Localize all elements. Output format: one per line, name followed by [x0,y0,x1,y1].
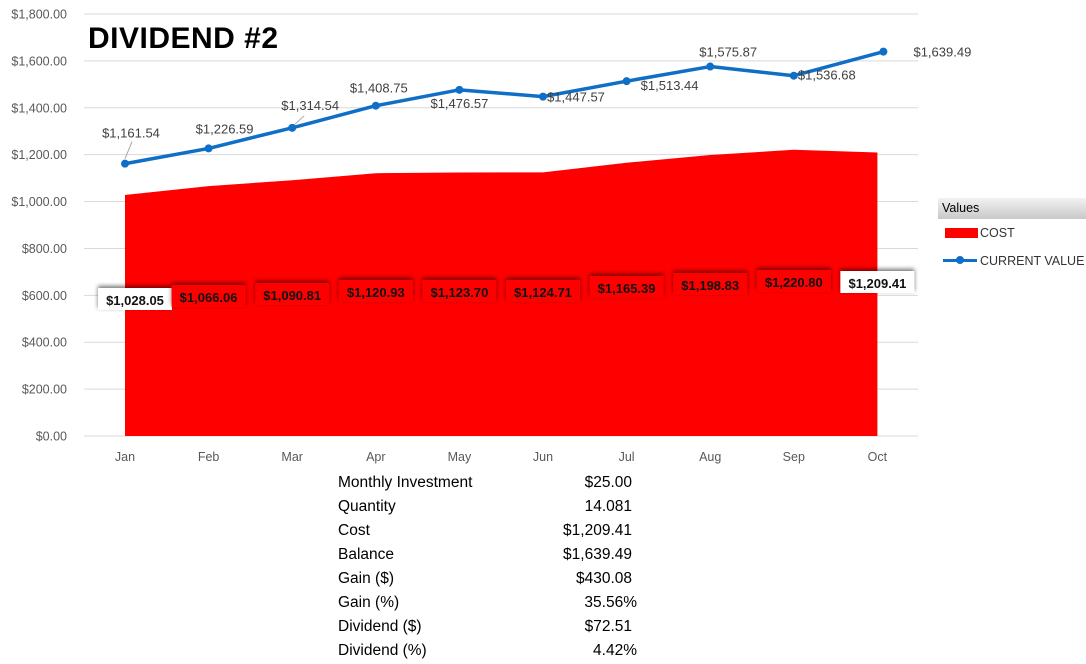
current-value-data-label: $1,408.75 [350,81,408,96]
summary-row: Dividend (%) 4.42% [338,640,648,664]
summary-row: Cost $1,209.41 [338,520,648,544]
current-value-point [371,101,380,110]
legend-label-cost: COST [980,226,1015,240]
cost-data-label: $1,209.41 [848,276,906,291]
x-tick-label: Sep [783,450,805,464]
summary-key: Monthly Investment [338,474,473,491]
current-value-data-label: $1,447.57 [547,90,605,105]
y-tick-label: $0.00 [36,430,67,444]
current-value-point [539,92,547,101]
current-value-point [121,159,129,168]
legend-item-cost[interactable]: COST [938,219,1086,247]
x-tick-label: Mar [281,450,303,464]
summary-key: Cost [338,522,370,539]
summary-value: $25.00 [584,474,632,491]
summary-key: Gain ($) [338,570,394,587]
legend-label-current-value: CURRENT VALUE [980,254,1085,268]
y-tick-label: $1,200.00 [11,148,67,162]
cost-data-label: $1,123.70 [430,285,488,300]
legend-swatch-cost [945,228,978,238]
summary-value: 35.56% [584,594,637,611]
current-value-data-label: $1,161.54 [102,126,160,141]
summary-value: $1,209.41 [563,522,632,539]
summary-row: Balance $1,639.49 [338,544,648,568]
legend: Values COST CURRENT VALUE [938,198,1086,275]
chart-plot: $0.00 $200.00 $400.00 $600.00 $800.00 $1,000.… [11,8,971,465]
legend-swatch-current-value [943,256,977,264]
y-tick-label: $1,600.00 [11,54,67,68]
current-value-point [204,144,213,153]
x-tick-label: Jul [619,450,635,464]
y-tick-label: $1,000.00 [11,195,67,209]
summary-table: Monthly Investment $25.00 Quantity 14.081 … [338,472,648,664]
cost-data-label: $1,198.83 [681,278,739,293]
summary-value: $1,639.49 [563,546,632,563]
summary-row: Dividend ($) $72.51 [338,616,648,640]
y-tick-label: $200.00 [22,383,67,397]
summary-row: Gain (%) 35.56% [338,592,648,616]
current-value-point [622,77,631,86]
leader-line [124,141,133,159]
cost-data-label: $1,220.80 [765,275,823,290]
current-value-data-label: $1,513.44 [641,78,699,93]
current-value-data-label: $1,639.49 [913,45,971,60]
cost-data-label: $1,165.39 [598,281,656,296]
current-value-point [455,85,464,94]
current-value-data-label: $1,575.87 [699,45,757,60]
current-value-point [706,62,715,71]
cost-data-label: $1,120.93 [347,285,405,300]
y-tick-label: $600.00 [22,289,67,303]
x-tick-label: Aug [699,450,721,464]
summary-row: Monthly Investment $25.00 [338,472,648,496]
current-value-point [789,71,798,80]
x-tick-label: Apr [366,450,385,464]
x-tick-label: Feb [198,450,220,464]
cost-data-label: $1,124.71 [514,285,572,300]
current-value-data-label: $1,476.57 [430,96,488,111]
cost-data-label: $1,090.81 [263,288,321,303]
summary-key: Dividend (%) [338,642,427,659]
cost-data-label: $1,066.06 [180,290,238,305]
current-value-data-label: $1,536.68 [798,68,856,83]
summary-value: 14.081 [584,498,632,515]
x-tick-label: Jan [115,450,135,464]
summary-key: Balance [338,546,395,563]
summary-row: Gain ($) $430.08 [338,568,648,592]
current-value-data-label: $1,314.54 [281,98,339,113]
cost-data-label: $1,028.05 [106,293,164,308]
current-value-point [288,123,297,132]
y-tick-label: $1,800.00 [11,8,67,22]
summary-row: Quantity 14.081 [338,496,648,520]
chart-title: DIVIDEND #2 [88,22,279,55]
legend-title[interactable]: Values [938,198,1086,219]
legend-item-current-value[interactable]: CURRENT VALUE [938,247,1086,275]
summary-key: Quantity [338,498,396,515]
summary-key: Dividend ($) [338,618,422,635]
y-tick-label: $800.00 [22,242,67,256]
summary-value: 4.42% [593,642,637,659]
y-tick-label: $400.00 [22,336,67,350]
x-tick-label: Jun [533,450,553,464]
summary-key: Gain (%) [338,594,400,611]
current-value-point [879,47,888,56]
y-tick-label: $1,400.00 [11,101,67,115]
x-tick-label: May [448,450,472,464]
summary-value: $430.08 [575,570,632,587]
summary-value: $72.51 [584,618,632,635]
current-value-data-label: $1,226.59 [196,121,254,136]
x-tick-label: Oct [868,450,888,464]
